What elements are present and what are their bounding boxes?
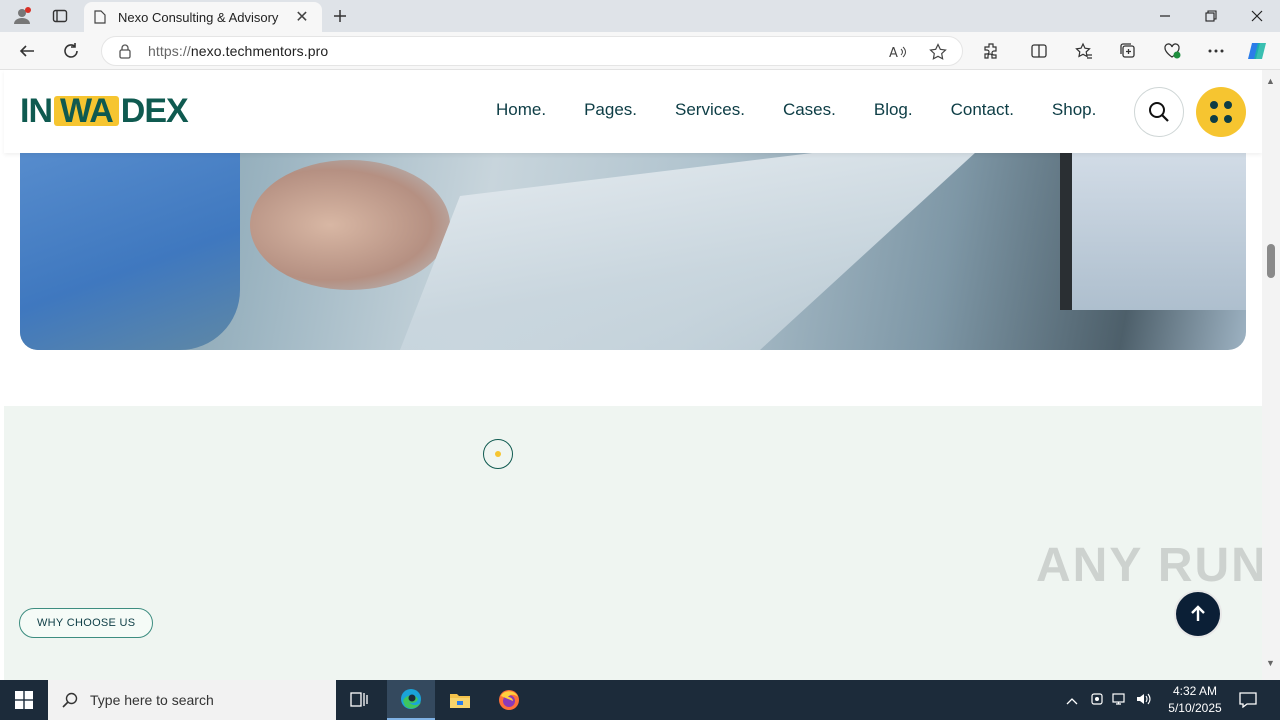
windows-taskbar: Type here to search 4:32 AM 5/10/2025 — [0, 680, 1280, 720]
menu-item-contact[interactable]: Contact. — [951, 100, 1014, 120]
browser-titlebar: Nexo Consulting & Advisory ✕ — [0, 0, 1280, 32]
browser-toolbar: https://nexo.techmentors.pro A — [0, 32, 1280, 70]
file-explorer-icon[interactable] — [436, 680, 484, 720]
tab-title: Nexo Consulting & Advisory — [118, 9, 279, 25]
taskbar-clock[interactable]: 4:32 AM 5/10/2025 — [1160, 683, 1230, 717]
more-options-icon[interactable] — [1204, 39, 1228, 63]
scroll-to-top-button[interactable] — [1176, 592, 1220, 636]
dot-icon — [1224, 115, 1232, 123]
edge-browser-icon[interactable] — [387, 680, 435, 720]
clock-date: 5/10/2025 — [1168, 701, 1222, 715]
svg-text:A: A — [889, 46, 898, 60]
dot-icon — [1210, 101, 1218, 109]
minimize-icon[interactable] — [1142, 0, 1188, 32]
dot-icon — [1210, 115, 1218, 123]
search-icon — [62, 692, 78, 708]
clock-time: 4:32 AM — [1172, 684, 1218, 698]
volume-icon[interactable] — [1136, 692, 1152, 709]
hero-image-handshake — [20, 130, 1246, 350]
taskbar-search-box[interactable]: Type here to search — [48, 680, 336, 720]
tab-actions-icon[interactable] — [48, 4, 72, 28]
lock-icon[interactable] — [118, 43, 132, 59]
extensions-icon[interactable] — [979, 39, 1003, 63]
menu-item-services[interactable]: Services. — [675, 100, 745, 120]
refresh-icon[interactable] — [58, 38, 84, 64]
loading-spinner-icon — [483, 439, 513, 469]
arrow-up-icon — [1191, 605, 1205, 621]
browser-tab[interactable]: Nexo Consulting & Advisory ✕ — [84, 2, 322, 32]
notifications-icon[interactable] — [1228, 680, 1268, 720]
site-header: IN WA DEX Home. Pages. Services. Cases. Bl… — [4, 70, 1262, 153]
network-icon[interactable] — [1112, 692, 1128, 709]
watermark-text: ANY RUN — [1036, 539, 1268, 592]
collections-icon[interactable] — [1116, 39, 1140, 63]
start-button[interactable] — [0, 680, 48, 720]
close-window-icon[interactable] — [1234, 0, 1280, 32]
dot-icon — [1224, 101, 1232, 109]
scroll-down-arrow-icon[interactable]: ▼ — [1266, 658, 1275, 668]
scroll-up-arrow-icon[interactable]: ▲ — [1266, 76, 1275, 86]
menu-item-cases[interactable]: Cases. — [783, 100, 836, 120]
system-tray — [1066, 680, 1152, 720]
menu-item-blog[interactable]: Blog. — [874, 100, 913, 120]
favorite-star-icon[interactable] — [928, 42, 948, 62]
search-icon — [1149, 102, 1169, 122]
windows-logo-icon — [15, 691, 33, 709]
main-menu: Home. Pages. Services. Cases. Blog. Cont… — [496, 100, 1134, 120]
taskbar-search-placeholder: Type here to search — [90, 692, 214, 708]
firefox-icon[interactable] — [485, 680, 533, 720]
address-bar[interactable]: https://nexo.techmentors.pro A — [101, 36, 963, 66]
read-aloud-icon[interactable]: A — [888, 42, 908, 62]
search-button[interactable] — [1134, 87, 1184, 137]
why-choose-us-badge: WHY CHOOSE US — [19, 608, 154, 638]
scrollbar-thumb[interactable] — [1267, 244, 1275, 278]
profile-icon[interactable] — [10, 4, 34, 28]
url-text: https://nexo.techmentors.pro — [148, 43, 329, 59]
favorites-icon[interactable] — [1072, 39, 1096, 63]
split-screen-icon[interactable] — [1027, 39, 1051, 63]
page-scrollbar[interactable]: ▲ ▼ — [1262, 70, 1280, 680]
task-view-icon[interactable] — [336, 680, 384, 720]
apps-menu-button[interactable] — [1196, 87, 1246, 137]
restore-icon[interactable] — [1188, 0, 1234, 32]
meet-now-icon[interactable] — [1090, 692, 1104, 709]
chevron-up-icon[interactable] — [1066, 693, 1078, 708]
new-tab-icon[interactable] — [328, 4, 352, 28]
menu-item-home[interactable]: Home. — [496, 100, 546, 120]
browser-essentials-icon[interactable] — [1160, 39, 1184, 63]
copilot-icon[interactable] — [1245, 39, 1269, 63]
menu-item-pages[interactable]: Pages. — [584, 100, 637, 120]
site-logo[interactable]: IN WA DEX — [20, 92, 189, 130]
back-icon[interactable] — [14, 38, 40, 64]
close-tab-icon[interactable]: ✕ — [292, 7, 312, 27]
menu-item-shop[interactable]: Shop. — [1052, 100, 1096, 120]
page-icon — [94, 10, 106, 24]
